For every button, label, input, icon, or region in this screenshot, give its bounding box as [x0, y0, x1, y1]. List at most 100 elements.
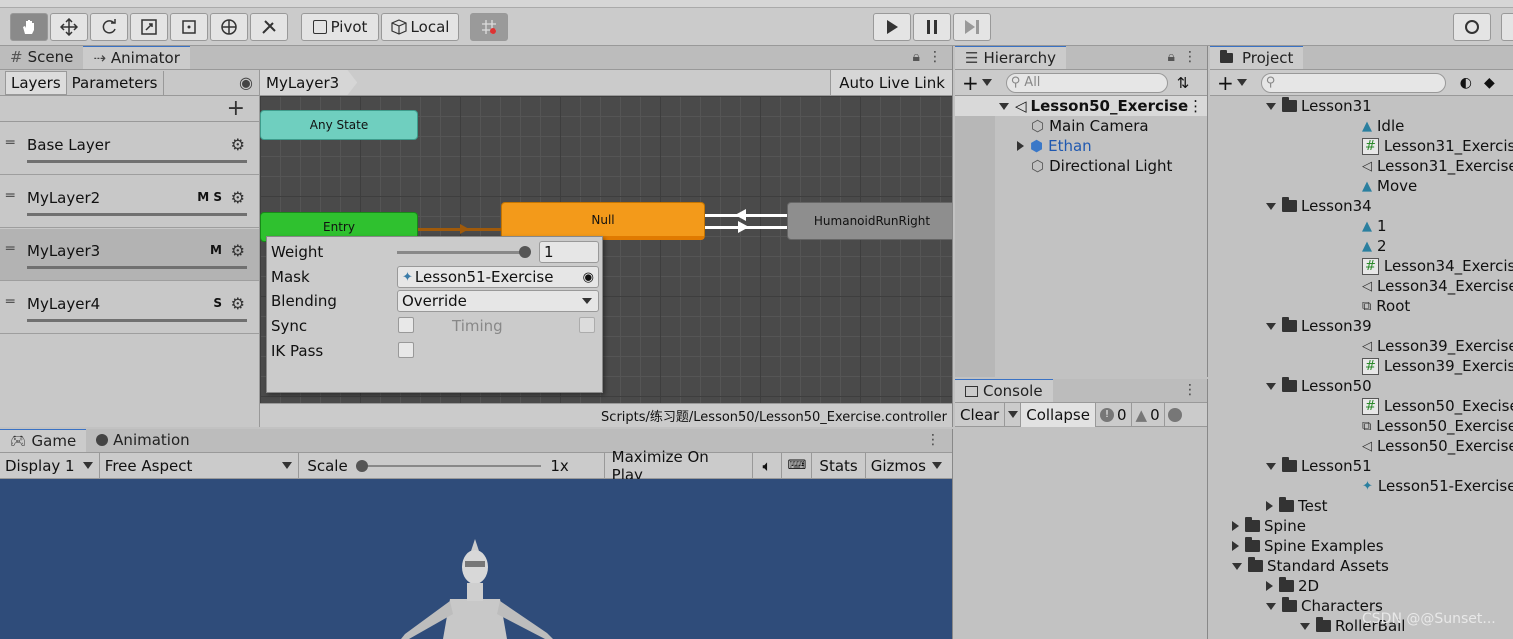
rect-tool-button[interactable] [170, 13, 208, 41]
pause-button[interactable] [913, 13, 951, 41]
project-tree-item[interactable]: Standard Assets [1232, 556, 1389, 576]
sort-icon[interactable]: ⇅ [1177, 74, 1190, 92]
gizmos-dropdown[interactable]: Gizmos [866, 453, 952, 479]
project-tree-item[interactable]: Lesson39 [1266, 316, 1372, 336]
project-tree-item[interactable]: ◁ Lesson31_Exercise [1362, 156, 1513, 176]
chevron-down-icon[interactable] [981, 79, 992, 86]
hierarchy-item-ethan[interactable]: ⬢ Ethan [1017, 136, 1092, 156]
weight-input[interactable]: 1 [539, 241, 599, 263]
layer-mylayer2[interactable]: ═ MyLayer2 M S ⚙ [0, 176, 259, 228]
expanded-arrow-icon[interactable] [1300, 622, 1310, 630]
hand-tool-button[interactable] [10, 13, 48, 41]
expanded-arrow-icon[interactable] [1266, 322, 1276, 330]
tab-hierarchy[interactable]: ☰ Hierarchy [955, 46, 1066, 69]
aspect-dropdown[interactable]: Free Aspect [100, 452, 300, 479]
sync-checkbox[interactable] [398, 317, 414, 333]
cloud-button[interactable] [1453, 13, 1491, 41]
step-button[interactable] [953, 13, 991, 41]
kebab-menu-icon[interactable]: ⋮ [1183, 382, 1197, 398]
mute-button[interactable]: 🔈︎ [753, 452, 783, 479]
collapse-button[interactable]: Collapse [1021, 402, 1096, 427]
project-tree-item[interactable]: ▲ 1 [1362, 216, 1387, 236]
pivot-toggle[interactable]: Pivot [301, 13, 379, 41]
warning-filter-toggle[interactable]: ▲ 0 [1132, 402, 1165, 427]
mask-field[interactable]: ✦ Lesson51-Exercise ◉ [397, 266, 599, 288]
project-search[interactable]: ⚲ [1260, 72, 1446, 93]
gear-icon[interactable]: ⚙ [231, 294, 245, 313]
display-dropdown[interactable]: Display 1 [0, 452, 100, 479]
account-button[interactable] [1501, 13, 1513, 41]
collapsed-arrow-icon[interactable] [1266, 581, 1273, 591]
error-filter-toggle[interactable]: ! 0 [1096, 402, 1132, 427]
expanded-arrow-icon[interactable] [1266, 102, 1276, 110]
gear-icon[interactable]: ⚙ [231, 188, 245, 207]
collapsed-arrow-icon[interactable] [1266, 501, 1273, 511]
drag-handle-icon[interactable]: ═ [6, 241, 14, 257]
project-tree-item[interactable]: ✦ Lesson51-Exercise [1362, 476, 1513, 496]
scale-tool-button[interactable] [130, 13, 168, 41]
expanded-arrow-icon[interactable] [1266, 602, 1276, 610]
label-tag-icon[interactable]: ◆ [1484, 75, 1495, 91]
maximize-on-play-button[interactable]: Maximize On Play [605, 448, 753, 484]
kebab-menu-icon[interactable]: ⋮ [1183, 49, 1197, 65]
stats-button[interactable]: Stats [812, 452, 866, 479]
game-view[interactable] [0, 479, 952, 639]
grid-snap-button[interactable] [470, 13, 508, 41]
state-null[interactable]: Null [501, 202, 705, 240]
lock-icon[interactable]: 🔒︎ [913, 49, 920, 65]
scene-root[interactable]: ◁ Lesson50_Exercise ⋮ [955, 96, 1207, 116]
project-tree-item[interactable]: ⧉ Root [1362, 296, 1410, 316]
custom-tool-button[interactable] [250, 13, 288, 41]
project-tree-item[interactable]: # Lesson31_Exercise [1362, 136, 1513, 156]
weight-slider-track[interactable] [397, 251, 525, 254]
expanded-arrow-icon[interactable] [1266, 382, 1276, 390]
tab-scene[interactable]: # Scene [0, 46, 83, 69]
project-tree-item[interactable]: #Lesson39_Exercise0 [1362, 356, 1513, 376]
clear-options-dropdown[interactable] [1005, 402, 1022, 427]
auto-live-link-button[interactable]: Auto Live Link [830, 70, 952, 95]
project-tree-item[interactable]: # Lesson34_Exercise [1362, 256, 1513, 276]
blending-dropdown[interactable]: Override [397, 290, 599, 312]
kebab-menu-icon[interactable]: ⋮ [1188, 97, 1203, 115]
chevron-down-icon[interactable] [1236, 79, 1247, 86]
project-tree-item[interactable]: Spine Examples [1232, 536, 1384, 556]
project-tree-item[interactable]: ◁ Lesson39_Exercise [1362, 336, 1513, 356]
add-icon[interactable]: + [962, 71, 979, 95]
clear-button[interactable]: Clear [955, 402, 1006, 427]
tab-animator[interactable]: ⇢ Animator [83, 46, 190, 69]
rotate-tool-button[interactable] [90, 13, 128, 41]
layer-mylayer3[interactable]: ═ MyLayer3 M ⚙ [0, 229, 259, 281]
eye-icon[interactable]: ◉ [239, 73, 253, 92]
transform-tool-button[interactable] [210, 13, 248, 41]
drag-handle-icon[interactable]: ═ [6, 135, 14, 151]
hierarchy-item[interactable]: ⬡ Directional Light [1031, 156, 1172, 176]
project-tree-item[interactable]: Spine [1232, 516, 1306, 536]
project-tree-item[interactable]: 2D [1266, 576, 1319, 596]
tab-project[interactable]: Project [1210, 46, 1304, 69]
object-picker-icon[interactable]: ◉ [583, 270, 594, 285]
drag-handle-icon[interactable]: ═ [6, 294, 14, 310]
expanded-arrow-icon[interactable] [1266, 462, 1276, 470]
weight-slider-thumb[interactable] [519, 246, 531, 258]
tab-layers[interactable]: Layers [5, 70, 67, 95]
state-any-state[interactable]: Any State [260, 110, 418, 140]
ik-pass-checkbox[interactable] [398, 342, 414, 358]
kebab-menu-icon[interactable]: ⋮ [928, 49, 942, 65]
filter-type-icon[interactable]: ◐ [1460, 75, 1472, 91]
breadcrumb[interactable]: MyLayer3 [260, 70, 358, 95]
tab-parameters[interactable]: Parameters [67, 70, 164, 95]
project-tree-item[interactable]: Lesson51 [1266, 456, 1372, 476]
project-tree-item[interactable]: ⧉ Lesson50_Exercise [1362, 416, 1513, 436]
local-toggle[interactable]: Local [381, 13, 459, 41]
hierarchy-search[interactable]: ⚲ All [1005, 72, 1168, 93]
tab-animation[interactable]: Animation [86, 429, 199, 452]
project-tree-item[interactable]: ◁ Lesson34_Exercise [1362, 276, 1513, 296]
keyboard-button[interactable]: ⌨ [782, 452, 813, 479]
tab-game[interactable]: 🎮︎ Game [0, 429, 87, 452]
gear-icon[interactable]: ⚙ [231, 241, 245, 260]
gear-icon[interactable]: ⚙ [231, 135, 245, 154]
project-tree-item[interactable]: Lesson34 [1266, 196, 1372, 216]
lock-icon[interactable]: 🔒︎ [1168, 49, 1175, 65]
kebab-menu-icon[interactable]: ⋮ [926, 432, 940, 448]
project-tree-item[interactable]: ▲ Idle [1362, 116, 1404, 136]
